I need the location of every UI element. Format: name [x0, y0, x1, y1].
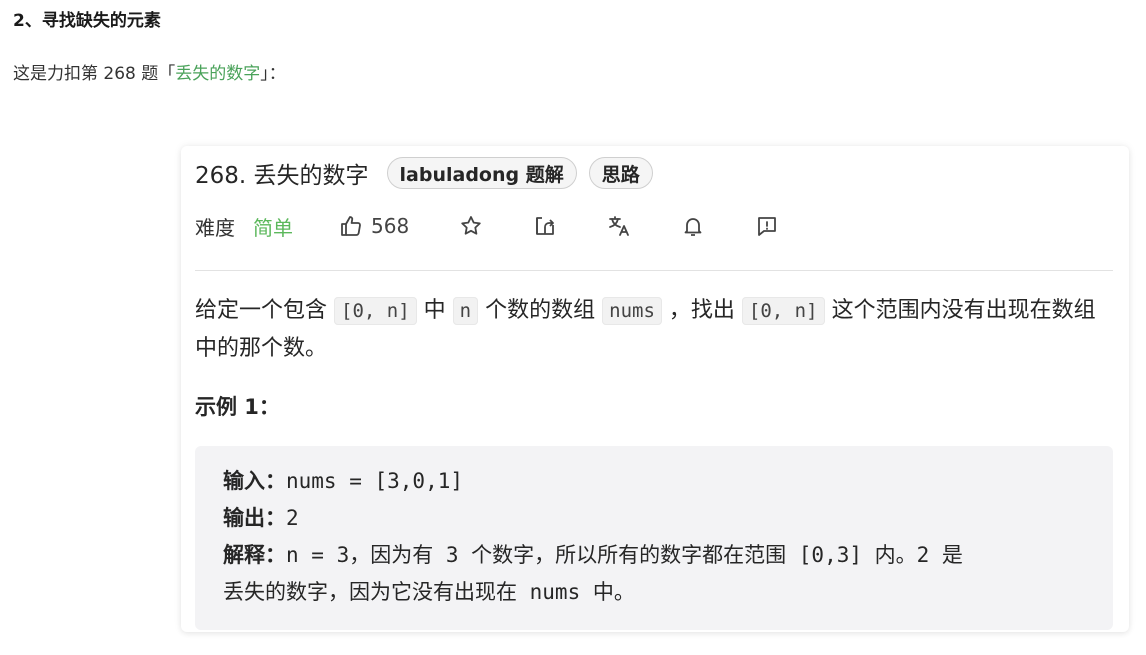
- translate-icon: [607, 214, 631, 238]
- explain-text-1: n = 3，因为有 3 个数字，所以所有的数字都在范围 [0,3] 内。2 是: [286, 543, 963, 567]
- translate-button[interactable]: [605, 212, 633, 240]
- problem-title: 268. 丢失的数字: [195, 163, 369, 189]
- example-output-line: 输出：2: [223, 500, 963, 537]
- example-block: 输入：nums = [3,0,1] 输出：2 解释：n = 3，因为有 3 个数…: [195, 446, 1113, 630]
- explain-text-2: 丢失的数字，因为它没有出现在 nums 中。: [223, 580, 635, 604]
- bell-icon: [681, 214, 705, 238]
- intro-bracket-open: 「: [158, 64, 176, 84]
- share-button[interactable]: [531, 212, 559, 240]
- output-label: 输出：: [223, 506, 286, 530]
- like-button[interactable]: 568: [339, 214, 409, 238]
- feedback-icon: [755, 214, 779, 238]
- title-row: 268. 丢失的数字 labuladong 题解 思路: [195, 156, 653, 190]
- output-value: 2: [286, 506, 299, 530]
- tag-approach[interactable]: 思路: [588, 157, 653, 189]
- desc-text: 中: [423, 298, 446, 323]
- problem-card: 268. 丢失的数字 labuladong 题解 思路 难度 简单 568 给定…: [181, 146, 1129, 632]
- desc-text: 给定一个包含: [195, 298, 328, 323]
- inline-code-range: [0, n]: [334, 297, 417, 325]
- example-title: 示例 1：: [195, 395, 280, 419]
- share-icon: [533, 214, 557, 238]
- notify-button[interactable]: [679, 212, 707, 240]
- meta-row: 难度 简单 568: [195, 212, 827, 240]
- thumbs-up-icon: [339, 214, 363, 238]
- problem-link[interactable]: 丢失的数字: [175, 64, 260, 84]
- page: 2、寻找缺失的元素 这是力扣第 268 题「丢失的数字」： 268. 丢失的数字…: [0, 0, 1146, 655]
- divider: [195, 270, 1113, 271]
- section-heading: 2、寻找缺失的元素: [13, 11, 161, 31]
- example-lines: 输入：nums = [3,0,1] 输出：2 解释：n = 3，因为有 3 个数…: [223, 463, 963, 611]
- feedback-button[interactable]: [753, 212, 781, 240]
- example-explain-line-2: 丢失的数字，因为它没有出现在 nums 中。: [223, 574, 963, 611]
- desc-text: 个数的数组: [485, 298, 596, 323]
- intro-text: 这是力扣第 268 题「丢失的数字」：: [13, 59, 286, 84]
- desc-text: ，找出: [668, 298, 735, 323]
- intro-bracket-close: 」：: [260, 64, 286, 84]
- intro-prefix: 这是力扣第 268 题: [13, 64, 159, 84]
- star-icon: [459, 214, 483, 238]
- inline-code-range: [0, n]: [741, 297, 825, 325]
- favorite-button[interactable]: [457, 212, 485, 240]
- difficulty-value: 简单: [253, 215, 293, 240]
- inline-code-n: n: [452, 297, 479, 325]
- like-count: 568: [371, 214, 410, 238]
- tag-group: labuladong 题解 思路: [386, 157, 653, 189]
- difficulty-label: 难度: [195, 215, 235, 240]
- problem-description: 给定一个包含 [0, n] 中 n 个数的数组 nums ，找出 [0, n] …: [195, 292, 1115, 367]
- input-value: nums = [3,0,1]: [286, 469, 464, 493]
- inline-code-nums: nums: [602, 297, 662, 325]
- input-label: 输入：: [223, 469, 286, 493]
- example-input-line: 输入：nums = [3,0,1]: [223, 463, 963, 500]
- tag-labuladong-solution[interactable]: labuladong 题解: [386, 157, 577, 189]
- example-explain-line: 解释：n = 3，因为有 3 个数字，所以所有的数字都在范围 [0,3] 内。2…: [223, 537, 963, 574]
- explain-label: 解释：: [223, 543, 286, 567]
